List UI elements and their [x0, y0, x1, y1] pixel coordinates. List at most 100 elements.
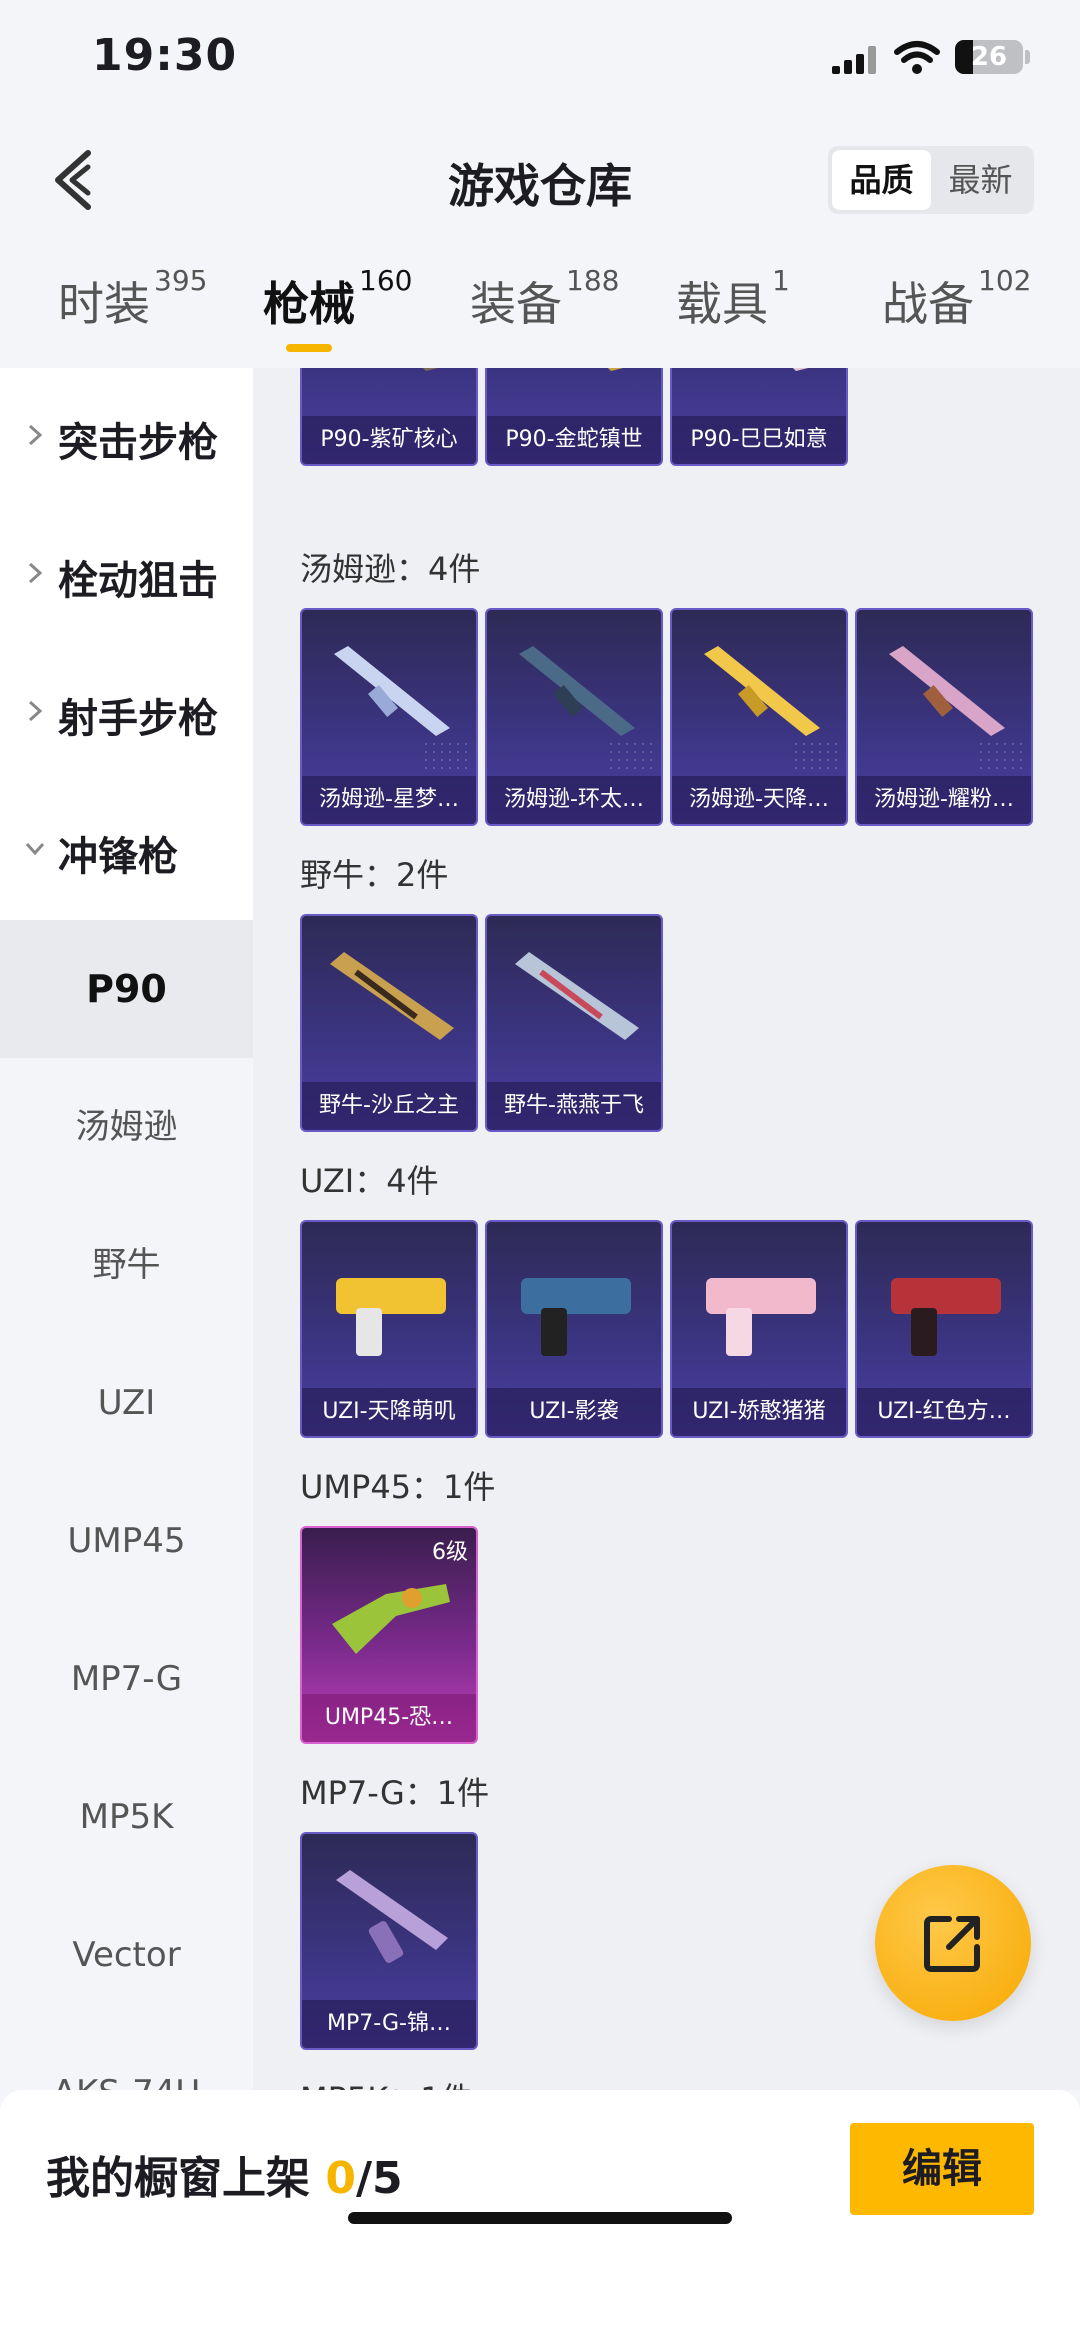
sidebar-category-bolt-sniper[interactable]: 栓动狙击 — [0, 506, 253, 644]
edit-button[interactable]: 编辑 — [850, 2123, 1034, 2215]
tab-label: 枪械 — [263, 277, 355, 331]
battery-tip — [1025, 50, 1030, 64]
home-indicator — [348, 2212, 732, 2224]
cellular-signal-icon — [832, 44, 878, 74]
sidebar-item-bison[interactable]: 野牛 — [0, 1196, 253, 1334]
header: 游戏仓库 品质 最新 — [0, 120, 1080, 240]
skin-card[interactable]: P90-紫矿核心 — [300, 368, 478, 466]
showcase-label-text: 我的橱窗上架 — [46, 2153, 310, 2204]
showcase-count: 0 — [325, 2153, 356, 2204]
tab-count: 160 — [359, 264, 413, 297]
group-title-mp5k: MP5K：1件 — [300, 2074, 473, 2090]
tab-supplies[interactable]: 战备 102 — [882, 264, 1031, 368]
sidebar-item-p90[interactable]: P90 — [0, 920, 253, 1058]
sidebar-item-ump45[interactable]: UMP45 — [0, 1472, 253, 1610]
sort-toggle: 品质 最新 — [828, 146, 1034, 214]
group-title-uzi: UZI：4件 — [300, 1162, 439, 1200]
gun-skin-image — [704, 646, 820, 736]
skin-name: P90-金蛇镇世 — [487, 416, 661, 464]
sidebar-item-vector[interactable]: Vector — [0, 1886, 253, 2024]
gun-skin-image — [332, 1584, 450, 1654]
chevron-right-icon — [28, 700, 43, 722]
gun-skin-image — [706, 1278, 816, 1356]
showcase-label: 我的橱窗上架 0/5 — [46, 2142, 403, 2206]
gun-skin-image — [336, 1278, 446, 1356]
chevron-right-icon — [28, 424, 43, 446]
gun-skin-image — [422, 368, 438, 371]
skin-card[interactable]: 汤姆逊-环太… — [485, 608, 663, 826]
share-button[interactable] — [875, 1865, 1031, 2021]
skin-name: 汤姆逊-星梦… — [302, 776, 476, 824]
sidebar-item-mp7g[interactable]: MP7-G — [0, 1610, 253, 1748]
status-time: 19:30 — [92, 30, 238, 81]
gun-type-sidebar: 突击步枪 栓动狙击 射手步枪 冲锋枪 P90 汤姆逊 野牛 UZI UMP45 … — [0, 368, 253, 2090]
tab-count: 102 — [978, 264, 1032, 297]
chevron-down-icon — [25, 843, 45, 856]
card-pattern — [422, 740, 472, 770]
tab-guns[interactable]: 枪械 160 — [263, 264, 412, 368]
share-icon — [924, 1916, 980, 1972]
skin-card[interactable]: 汤姆逊-星梦… — [300, 608, 478, 826]
skin-card[interactable]: 野牛-燕燕于飞 — [485, 914, 663, 1132]
showcase-total: /5 — [355, 2153, 403, 2204]
gun-skin-image — [330, 952, 454, 1040]
skin-card[interactable]: 汤姆逊-耀粉… — [855, 608, 1033, 826]
sort-option-newest[interactable]: 最新 — [931, 150, 1030, 210]
skin-card[interactable]: UZI-红色方… — [855, 1220, 1033, 1438]
skin-name: 野牛-沙丘之主 — [302, 1082, 476, 1130]
skin-card[interactable]: 汤姆逊-天降… — [670, 608, 848, 826]
battery-percent: 26 — [970, 42, 1008, 72]
tab-equipment[interactable]: 装备 188 — [470, 264, 619, 368]
skin-name: P90-紫矿核心 — [302, 416, 476, 464]
group-title-thompson: 汤姆逊：4件 — [300, 550, 481, 588]
skin-name: MP7-G-锦… — [302, 2000, 476, 2048]
tab-label: 载具 — [676, 277, 768, 331]
sidebar-category-smg[interactable]: 冲锋枪 — [0, 782, 253, 920]
card-pattern — [607, 740, 657, 770]
group-title-mp7g: MP7-G：1件 — [300, 1774, 490, 1812]
skin-card[interactable]: P90-巳巳如意 — [670, 368, 848, 466]
sidebar-category-marksman-rifle[interactable]: 射手步枪 — [0, 644, 253, 782]
sidebar-item-uzi[interactable]: UZI — [0, 1334, 253, 1472]
skin-card[interactable]: UZI-影袭 — [485, 1220, 663, 1438]
sidebar-category-label: 突击步枪 — [58, 420, 218, 466]
battery-icon: 26 — [955, 40, 1023, 74]
skin-name: UZI-天降萌叽 — [302, 1388, 476, 1436]
gun-skin-image — [792, 368, 808, 371]
gun-skin-image — [521, 1278, 631, 1356]
skin-name: UZI-娇憨猪猪 — [672, 1388, 846, 1436]
wifi-icon — [894, 41, 940, 74]
sidebar-item-mp5k[interactable]: MP5K — [0, 1748, 253, 1886]
skin-card[interactable]: UZI-娇憨猪猪 — [670, 1220, 848, 1438]
skin-card[interactable]: P90-金蛇镇世 — [485, 368, 663, 466]
tab-count: 1 — [772, 264, 790, 297]
skin-name: 汤姆逊-环太… — [487, 776, 661, 824]
skin-card[interactable]: 6级 UMP45-恐… — [300, 1526, 478, 1744]
sidebar-category-assault-rifle[interactable]: 突击步枪 — [0, 368, 253, 506]
card-pattern — [977, 740, 1027, 770]
tab-active-indicator — [286, 344, 332, 352]
skin-card[interactable]: UZI-天降萌叽 — [300, 1220, 478, 1438]
gun-skin-image — [515, 952, 639, 1040]
chevron-right-icon — [28, 562, 43, 584]
group-title-ump45: UMP45：1件 — [300, 1468, 496, 1506]
sidebar-item-thompson[interactable]: 汤姆逊 — [0, 1058, 253, 1196]
skin-card[interactable]: MP7-G-锦… — [300, 1832, 478, 2050]
tab-fashion[interactable]: 时装 395 — [58, 264, 207, 368]
tab-count: 395 — [154, 264, 208, 297]
gun-skin-image — [607, 368, 623, 371]
sidebar-category-label: 栓动狙击 — [58, 558, 218, 604]
skin-name: 野牛-燕燕于飞 — [487, 1082, 661, 1130]
skin-name: UZI-红色方… — [857, 1388, 1031, 1436]
status-bar: 19:30 26 — [0, 0, 1080, 120]
skin-card[interactable]: 野牛-沙丘之主 — [300, 914, 478, 1132]
sidebar-item-aks74u[interactable]: AKS-74U — [0, 2024, 253, 2090]
skin-name: 汤姆逊-耀粉… — [857, 776, 1031, 824]
gun-skin-image — [519, 646, 635, 736]
sort-option-quality[interactable]: 品质 — [832, 150, 931, 210]
gun-skin-image — [889, 646, 1005, 736]
sidebar-category-label: 射手步枪 — [58, 696, 218, 742]
tab-vehicles[interactable]: 载具 1 — [676, 264, 790, 368]
tab-label: 时装 — [58, 277, 150, 331]
skin-name: 汤姆逊-天降… — [672, 776, 846, 824]
